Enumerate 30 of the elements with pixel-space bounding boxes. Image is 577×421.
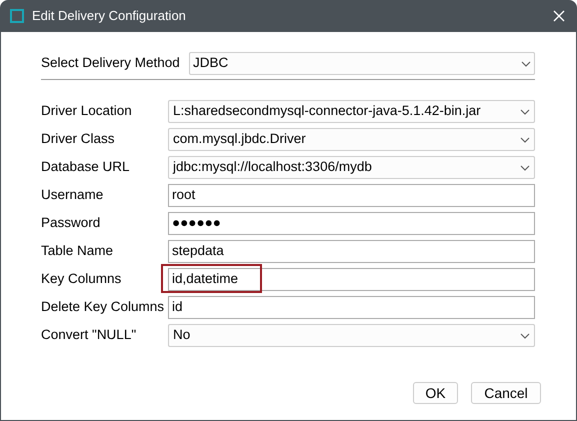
delivery-method-dropdown[interactable]: JDBC [189, 52, 535, 75]
app-icon [10, 9, 24, 23]
text-field[interactable]: id [168, 296, 535, 319]
close-icon[interactable] [553, 10, 565, 22]
window-title: Edit Delivery Configuration [32, 7, 186, 26]
dropdown-field[interactable]: L:sharedsecondmysql-connector-java-5.1.42-bin.jar [168, 100, 535, 123]
text-field[interactable]: stepdata [168, 240, 535, 263]
chevron-down-icon [520, 164, 530, 170]
dropdown-field[interactable]: com.mysql.jbdc.Driver [168, 128, 535, 151]
field-label: Delete Key Columns [41, 298, 166, 316]
dialog-button[interactable]: OK [413, 382, 458, 404]
field-label: Driver Class [41, 130, 116, 148]
text-field[interactable]: id,datetime [168, 268, 535, 291]
field-label: Password [41, 214, 102, 232]
dropdown-field[interactable]: jdbc:mysql://localhost:3306/mydb [168, 156, 535, 179]
text-field[interactable]: root [168, 184, 535, 207]
field-label: Database URL [41, 158, 131, 176]
chevron-down-icon [520, 108, 530, 114]
field-label: Username [41, 186, 104, 204]
dropdown-field[interactable]: No [168, 324, 535, 347]
field-label: Driver Location [41, 102, 133, 120]
field-label: Table Name [41, 242, 114, 260]
chevron-down-icon [520, 136, 530, 142]
field-label: Select Delivery Method [41, 54, 181, 72]
field-label: Convert "NULL" [41, 326, 138, 344]
chevron-down-icon [520, 332, 530, 338]
chevron-down-icon [521, 60, 531, 66]
dialog-button[interactable]: Cancel [471, 382, 541, 404]
field-label: Key Columns [41, 270, 122, 288]
text-field[interactable]: ●●●●●● [168, 212, 535, 235]
